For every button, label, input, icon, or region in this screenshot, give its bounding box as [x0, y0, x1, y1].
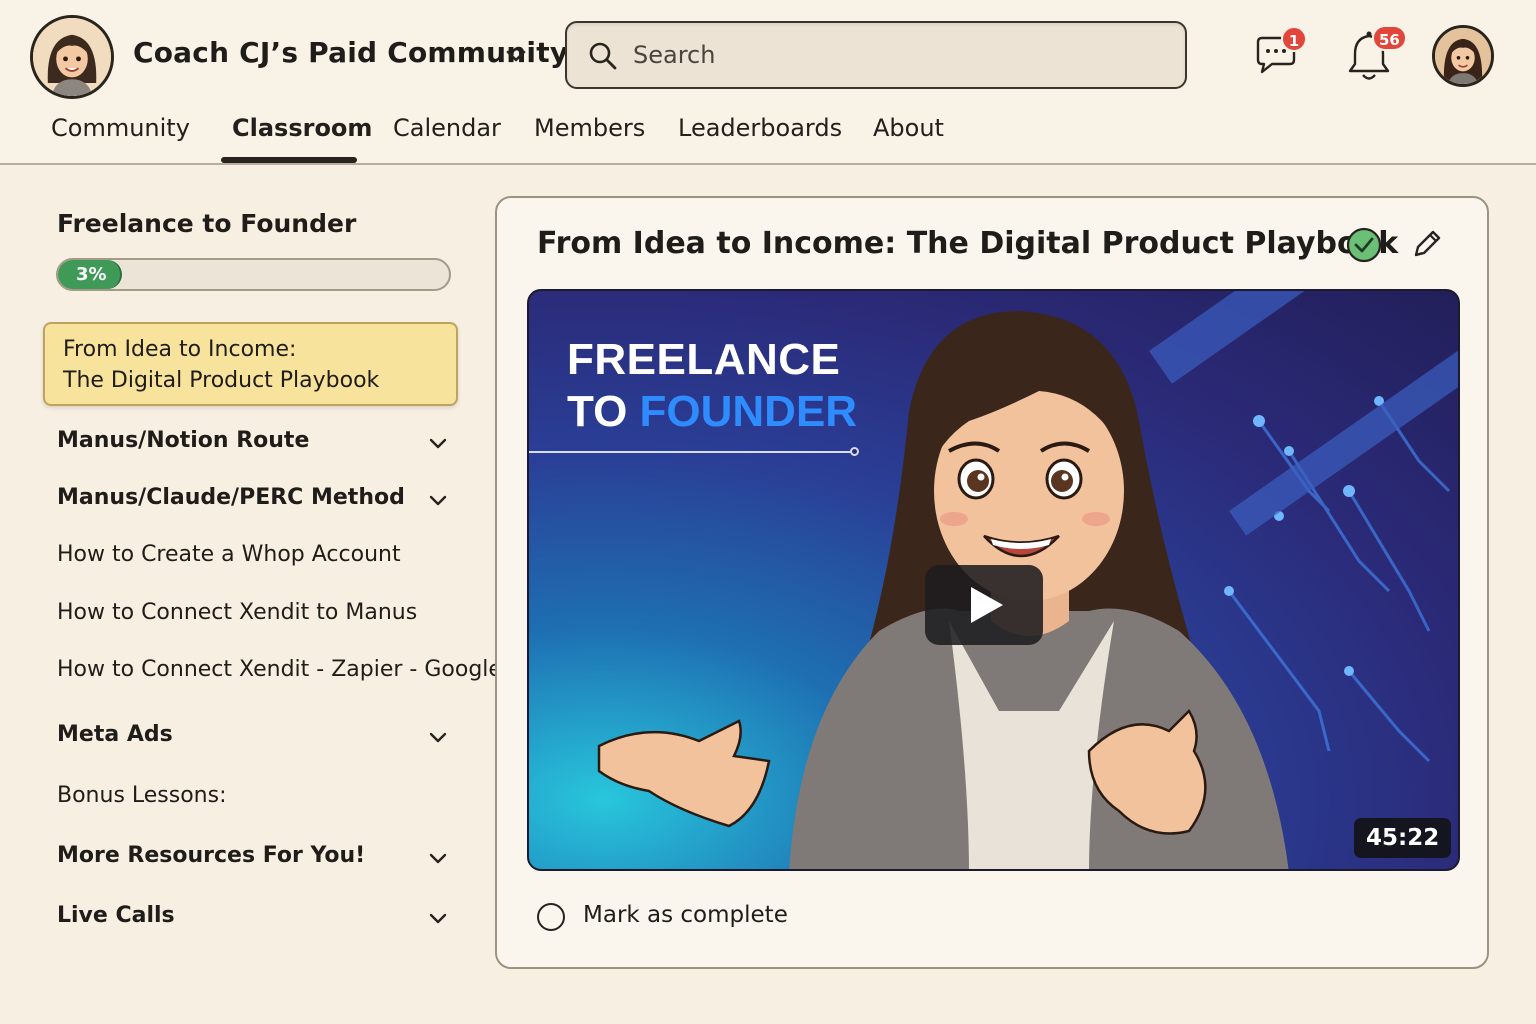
lesson-item-xendit-zapier-google[interactable]: How to Connect Xendit - Zapier - Google: [57, 657, 502, 682]
search-bar[interactable]: [565, 21, 1187, 89]
thumbnail-title-line1: FREELANCE: [567, 335, 841, 384]
play-button-icon[interactable]: [925, 565, 1043, 645]
search-icon: [587, 40, 619, 72]
chat-unread-badge: 1: [1281, 26, 1307, 52]
chevron-down-icon[interactable]: [426, 906, 450, 930]
tab-leaderboards[interactable]: Leaderboards: [678, 114, 842, 142]
mark-complete-label[interactable]: Mark as complete: [583, 902, 788, 928]
lesson-title: From Idea to Income: The Digital Product…: [537, 226, 1399, 261]
chevron-down-icon[interactable]: [426, 725, 450, 749]
tab-community[interactable]: Community: [51, 114, 190, 142]
thumbnail-title-accent: FOUNDER: [639, 387, 858, 436]
community-avatar[interactable]: [30, 15, 114, 99]
notification-badge: 56: [1372, 25, 1407, 51]
thumbnail-divider-dot: [850, 447, 859, 456]
course-title: Freelance to Founder: [57, 209, 357, 238]
lesson-item-active[interactable]: From Idea to Income: The Digital Product…: [43, 322, 458, 406]
lesson-item-xendit-manus[interactable]: How to Connect Xendit to Manus: [57, 600, 417, 625]
thumbnail-title-prefix: TO: [567, 387, 640, 436]
chevron-down-icon[interactable]: [426, 431, 450, 455]
video-duration-badge: 45:22: [1354, 818, 1452, 858]
lesson-title-line2: The Digital Product Playbook: [63, 368, 380, 393]
course-progress-bar: 3%: [56, 258, 451, 291]
top-header: Coach CJ’s Paid Community 1 56 Community…: [0, 0, 1536, 165]
thumbnail-divider: [529, 451, 855, 453]
active-tab-indicator: [221, 157, 357, 163]
section-meta-ads[interactable]: Meta Ads: [57, 722, 173, 747]
search-input[interactable]: [633, 33, 1153, 77]
edit-pencil-icon[interactable]: [1409, 226, 1445, 262]
section-live-calls[interactable]: Live Calls: [57, 903, 175, 928]
tab-classroom[interactable]: Classroom: [232, 114, 372, 142]
tab-members[interactable]: Members: [534, 114, 645, 142]
tab-about[interactable]: About: [873, 114, 944, 142]
section-manus-notion-route[interactable]: Manus/Notion Route: [57, 428, 309, 453]
section-manus-claude-perc-method[interactable]: Manus/Claude/PERC Method: [57, 485, 405, 510]
tab-calendar[interactable]: Calendar: [393, 114, 501, 142]
mark-complete-checkbox[interactable]: [537, 903, 565, 931]
thumbnail-title-line2: TO FOUNDER: [567, 387, 857, 437]
lesson-title-line1: From Idea to Income:: [63, 337, 297, 362]
progress-label: 3%: [76, 264, 107, 285]
lesson-video-player[interactable]: FREELANCE TO FOUNDER 45:22: [527, 289, 1460, 871]
chevron-down-icon[interactable]: [502, 42, 530, 70]
lesson-item-bonus-lessons[interactable]: Bonus Lessons:: [57, 783, 227, 808]
completed-check-icon: [1346, 227, 1382, 263]
lesson-item-whop-account[interactable]: How to Create a Whop Account: [57, 542, 401, 567]
chevron-down-icon[interactable]: [426, 488, 450, 512]
section-more-resources[interactable]: More Resources For You!: [57, 843, 365, 868]
chevron-down-icon[interactable]: [426, 846, 450, 870]
user-avatar[interactable]: [1432, 25, 1494, 87]
